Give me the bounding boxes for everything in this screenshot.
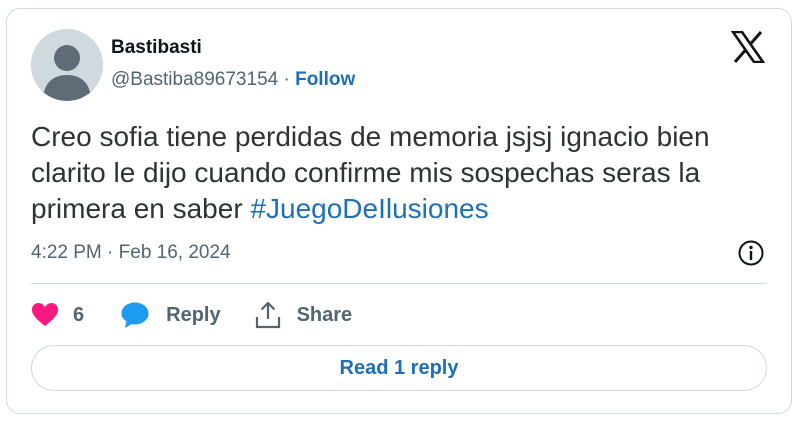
follow-button[interactable]: Follow [295,69,355,90]
tweet-card: Bastibasti @Bastiba89673154 · Follow Cre… [6,8,792,414]
action-bar: 6 Reply Share [31,299,352,331]
x-logo-icon[interactable] [730,30,766,64]
hashtag-link[interactable]: #JuegoDeIlusiones [250,193,488,224]
share-button[interactable]: Share [255,301,353,329]
like-count: 6 [73,303,85,326]
tweet-text: Creo sofia tiene perdidas de memoria jsj… [31,119,771,227]
handle-row: @Bastiba89673154 · Follow [111,69,355,91]
speech-bubble-icon [120,301,150,329]
info-icon[interactable] [737,239,765,267]
share-icon [255,301,281,329]
reply-label: Reply [166,303,221,326]
separator-dot: · [283,69,290,90]
share-label: Share [296,303,353,326]
like-button[interactable]: 6 [31,302,84,328]
tweet-timestamp[interactable]: 4:22 PM · Feb 16, 2024 [31,241,231,265]
author-block: Bastibasti @Bastiba89673154 · Follow [111,37,355,91]
avatar[interactable] [31,29,103,101]
divider [31,283,767,284]
heart-icon [31,302,59,328]
read-replies-button[interactable]: Read 1 reply [31,345,767,391]
author-name[interactable]: Bastibasti [111,37,355,59]
author-handle[interactable]: @Bastiba89673154 [111,69,278,90]
reply-button[interactable]: Reply [120,301,221,329]
